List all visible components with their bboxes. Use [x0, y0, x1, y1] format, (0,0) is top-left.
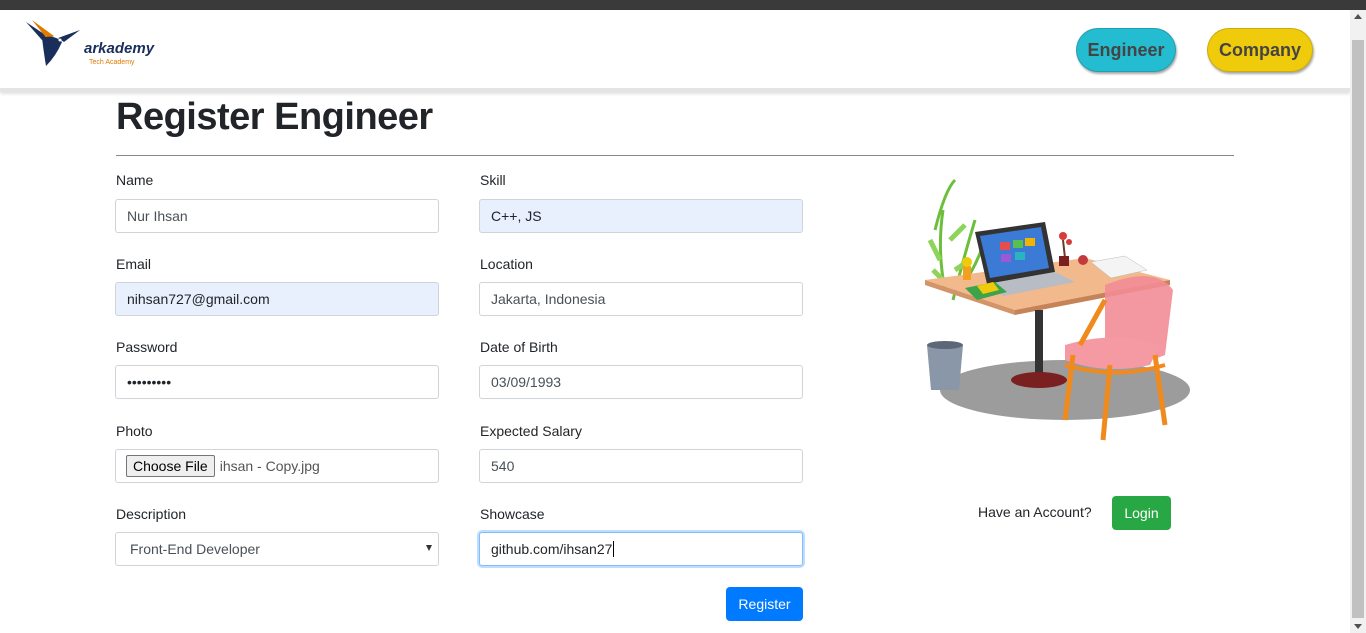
dob-input[interactable]: 03/09/1993 [479, 365, 803, 399]
email-input-value: nihsan727@gmail.com [127, 291, 270, 307]
name-input-value: Nur Ihsan [127, 208, 188, 224]
select-chevron-down-icon [426, 545, 432, 551]
brand-logo[interactable]: arkademy Tech Academy [22, 16, 154, 76]
salary-input[interactable]: 540 [479, 449, 803, 483]
browser-top-strip [0, 0, 1366, 10]
dob-input-value: 03/09/1993 [491, 374, 562, 390]
dob-label: Date of Birth [480, 339, 558, 355]
scrollbar-thumb[interactable] [1352, 40, 1364, 618]
description-label: Description [116, 506, 187, 522]
title-divider [116, 155, 1234, 156]
scroll-down-arrow-icon[interactable] [1354, 624, 1362, 629]
register-button[interactable]: Register [726, 587, 803, 621]
choose-file-button[interactable]: Choose File [126, 455, 215, 477]
email-label: Email [116, 256, 152, 272]
brand-tagline: Tech Academy [89, 59, 135, 66]
password-input[interactable]: ••••••••• [115, 365, 439, 399]
skill-label: Skill [480, 172, 506, 188]
brand-name: arkademy [84, 40, 155, 57]
photo-label: Photo [116, 423, 153, 439]
name-label: Name [116, 172, 154, 188]
login-button[interactable]: Login [1112, 496, 1171, 530]
description-select-value: Front-End Developer [130, 541, 260, 557]
engineer-nav-button[interactable]: Engineer [1076, 28, 1176, 72]
showcase-label: Showcase [480, 506, 545, 522]
location-label: Location [480, 256, 533, 272]
name-input[interactable]: Nur Ihsan [115, 199, 439, 233]
page-title: Register Engineer [116, 96, 433, 138]
desk-illustration [925, 178, 1190, 441]
skill-input[interactable]: C++, JS [479, 199, 803, 233]
photo-file-input[interactable]: Choose File ihsan - Copy.jpg [115, 449, 439, 483]
showcase-input-value: github.com/ihsan27 [491, 541, 613, 557]
page-scrollbar[interactable] [1350, 10, 1366, 633]
password-label: Password [116, 339, 178, 355]
have-account-text: Have an Account? [978, 504, 1092, 520]
salary-input-value: 540 [491, 458, 515, 474]
company-nav-button[interactable]: Company [1207, 28, 1313, 72]
text-caret [613, 541, 615, 557]
navbar: arkademy Tech Academy Engineer Company [0, 10, 1350, 92]
scroll-up-arrow-icon[interactable] [1354, 14, 1362, 19]
skill-input-value: C++, JS [491, 208, 542, 224]
hummingbird-icon [26, 20, 80, 66]
salary-label: Expected Salary [480, 423, 582, 439]
location-input-value: Jakarta, Indonesia [491, 291, 606, 307]
showcase-input[interactable]: github.com/ihsan27 [479, 532, 803, 566]
description-select[interactable]: Front-End Developer [115, 532, 439, 566]
email-input[interactable]: nihsan727@gmail.com [115, 282, 439, 316]
password-input-value: ••••••••• [127, 374, 172, 390]
location-input[interactable]: Jakarta, Indonesia [479, 282, 803, 316]
photo-file-name: ihsan - Copy.jpg [219, 458, 320, 474]
